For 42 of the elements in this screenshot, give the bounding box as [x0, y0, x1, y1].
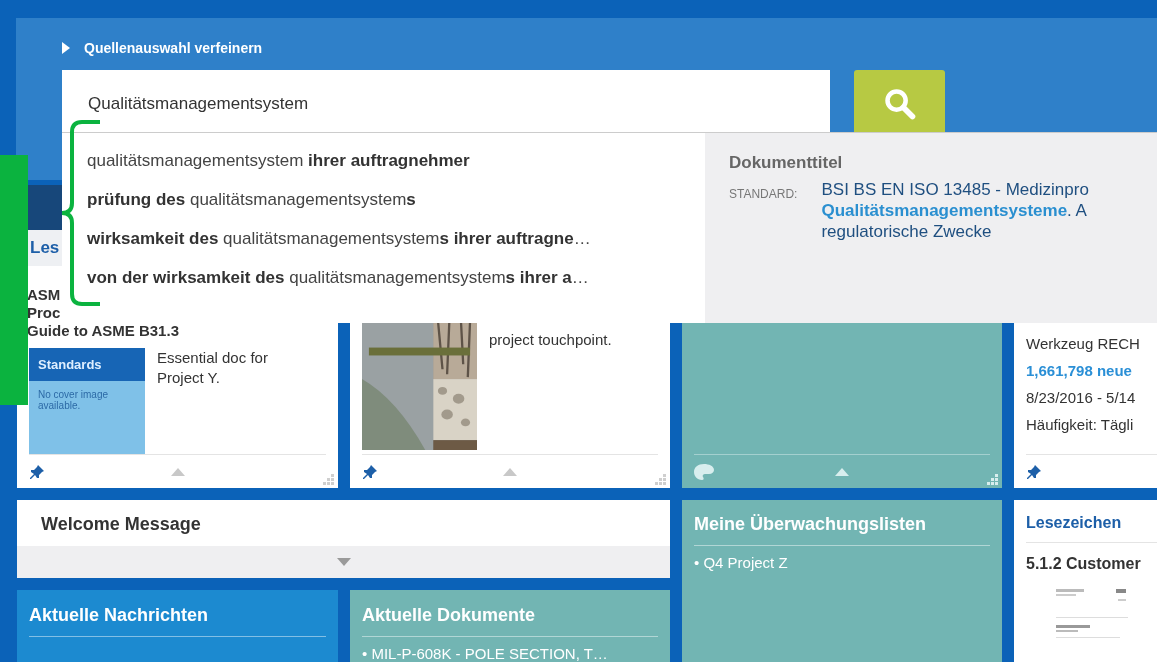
search-icon [882, 87, 917, 121]
document-title[interactable]: Guide to ASME B31.3 [27, 322, 179, 340]
collapse-icon[interactable] [170, 467, 185, 476]
pin-icon[interactable] [29, 463, 45, 480]
suggestion-item[interactable]: qualitätsmanagementsystem ihrer auftragnehmer [87, 151, 705, 190]
resize-grip-icon[interactable] [320, 472, 334, 486]
pin-icon[interactable] [1026, 463, 1042, 480]
alert-detail: 8/23/2016 - 5/14 [1026, 389, 1137, 406]
collapse-icon[interactable] [503, 467, 517, 476]
card-title: Welcome Message [40, 513, 202, 536]
suggestion-item[interactable]: wirksamkeit des qualitätsmanagementsystems ihrer auftragne… [87, 229, 705, 268]
card-title: Aktuelle Dokumente [362, 605, 658, 637]
card-title: Meine Überwachungslisten [694, 514, 990, 546]
card-note: project touchpoint. [489, 330, 613, 350]
refine-sources-link[interactable]: Quellenauswahl verfeinern [84, 40, 263, 56]
resize-grip-icon[interactable] [984, 472, 998, 486]
expand-bar[interactable] [17, 546, 670, 578]
palette-icon[interactable] [694, 463, 714, 480]
cover-note: No cover image available. [37, 388, 110, 413]
document-title-link[interactable]: regulatorische Zwecke [821, 221, 992, 242]
collapse-icon[interactable] [835, 467, 849, 476]
document-type-label: STANDARD: [729, 186, 798, 203]
card-title: Lesezeichen [1026, 514, 1157, 543]
document-title[interactable]: Proc [27, 304, 61, 322]
bookmark-title[interactable]: 5.1.2 Customer [1026, 555, 1157, 573]
pin-icon[interactable] [362, 463, 378, 480]
suggestion-item[interactable]: prüfung des qualitätsmanagementsystems [87, 190, 705, 229]
expand-icon[interactable] [62, 42, 70, 54]
resize-grip-icon[interactable] [652, 472, 666, 486]
suggestion-item[interactable]: von der wirksamkeit des qualitätsmanagementsystems ihrer a… [87, 268, 705, 307]
alert-detail: Werkzeug RECH [1026, 335, 1141, 352]
document-title-link[interactable]: BSI BS EN ISO 13485 - Medizinpro [821, 179, 1089, 200]
alert-detail: Häufigkeit: Tägli [1026, 416, 1135, 433]
preview-heading: Dokumenttitel [729, 153, 843, 172]
card-tab[interactable]: Les [30, 238, 60, 258]
document-title-link[interactable]: Qualitätsmanagementsysteme. A [821, 200, 1087, 221]
new-results-link[interactable]: 1,661,798 neue [1026, 362, 1157, 379]
document-title[interactable]: ASM [27, 286, 61, 304]
search-input[interactable]: Qualitätsmanagementsystem [88, 94, 804, 114]
card-note: Essential doc for Project Y. [157, 348, 269, 388]
cover-label: Standards [29, 348, 145, 381]
card-title: Aktuelle Nachrichten [29, 605, 326, 637]
